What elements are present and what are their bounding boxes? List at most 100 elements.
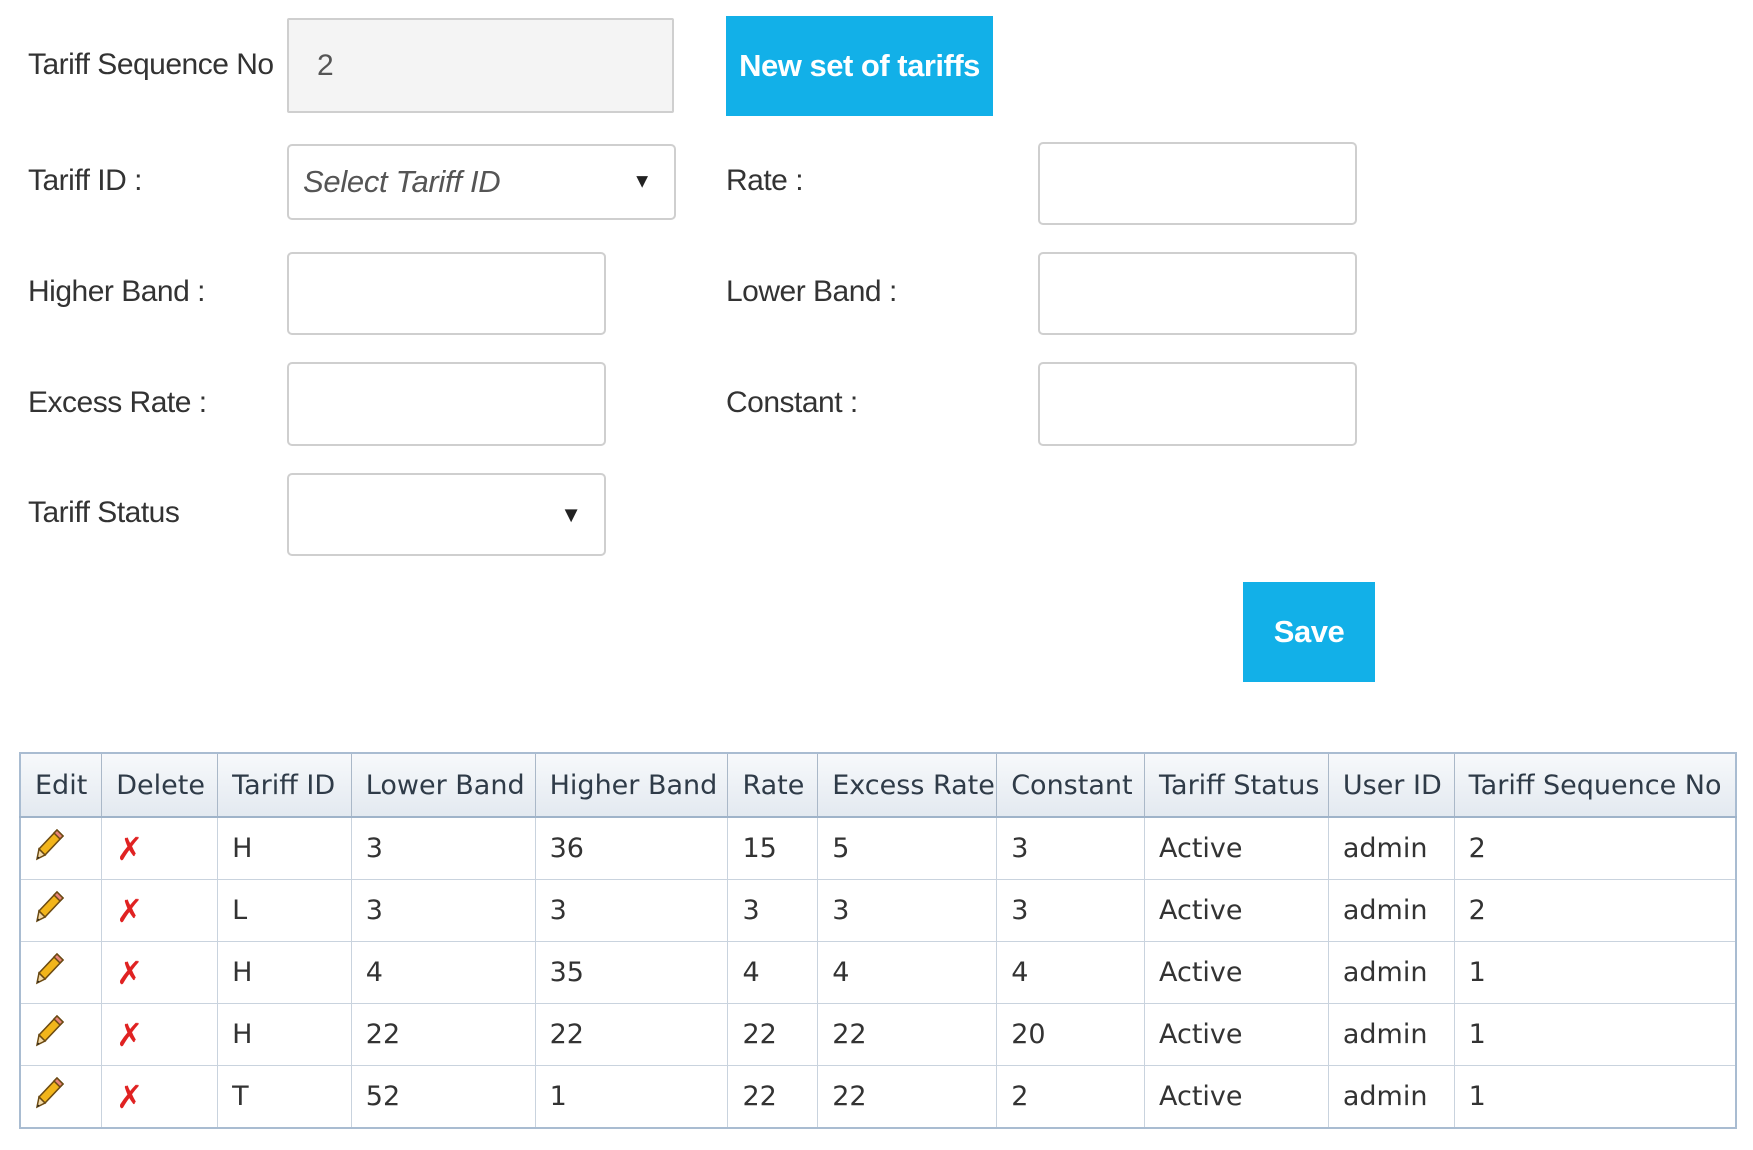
- cell-lower-band: 3: [350, 879, 536, 942]
- pencil-icon[interactable]: [35, 1076, 65, 1117]
- cell-excess-rate: 3: [817, 879, 998, 942]
- table-row: ✗ T 52 1 22 22 2 Active admin 1: [19, 1065, 1737, 1129]
- constant-input[interactable]: [1038, 362, 1357, 446]
- cell-excess-rate: 5: [817, 816, 998, 880]
- delete-cell: ✗: [101, 941, 219, 1004]
- cell-higher-band: 22: [534, 1003, 729, 1066]
- cell-lower-band: 3: [350, 816, 536, 880]
- cell-constant: 20: [996, 1003, 1145, 1066]
- cell-sequence-no: 1: [1453, 1003, 1737, 1066]
- delete-cell: ✗: [101, 1003, 219, 1066]
- tariff-table: Edit Delete Tariff ID Lower Band Higher …: [19, 752, 1737, 1129]
- dropdown-caret-icon: ▼: [560, 501, 582, 527]
- cell-excess-rate: 22: [817, 1065, 998, 1129]
- column-header-tariff-status[interactable]: Tariff Status: [1144, 752, 1329, 818]
- cell-constant: 2: [996, 1065, 1145, 1129]
- tariff-id-label: Tariff ID :: [28, 164, 142, 197]
- cell-sequence-no: 2: [1453, 816, 1737, 880]
- column-header-tariff-id[interactable]: Tariff ID: [217, 752, 352, 818]
- cell-user-id: admin: [1327, 816, 1455, 880]
- new-set-of-tariffs-button[interactable]: New set of tariffs: [726, 16, 993, 116]
- column-header-tariff-sequence-no[interactable]: Tariff Sequence No: [1453, 752, 1737, 818]
- higher-band-input[interactable]: [287, 252, 606, 335]
- tariff-sequence-label: Tariff Sequence No: [28, 48, 274, 81]
- pencil-icon[interactable]: [35, 1014, 65, 1055]
- tariff-id-select[interactable]: Select Tariff ID ▼: [287, 144, 676, 220]
- table-row: ✗ H 22 22 22 22 20 Active admin 1: [19, 1003, 1737, 1066]
- pencil-icon[interactable]: [35, 890, 65, 931]
- rate-label: Rate :: [726, 164, 804, 197]
- delete-x-icon[interactable]: ✗: [116, 1081, 143, 1113]
- cell-rate: 22: [727, 1065, 819, 1129]
- cell-status: Active: [1144, 1003, 1329, 1066]
- delete-x-icon[interactable]: ✗: [116, 1019, 143, 1051]
- tariff-sequence-value: 2: [317, 48, 334, 82]
- cell-user-id: admin: [1327, 879, 1455, 942]
- lower-band-label: Lower Band :: [726, 275, 897, 308]
- tariff-id-placeholder: Select Tariff ID: [303, 164, 501, 199]
- cell-user-id: admin: [1327, 1065, 1455, 1129]
- table-header-row: Edit Delete Tariff ID Lower Band Higher …: [19, 752, 1737, 818]
- cell-rate: 3: [727, 879, 819, 942]
- edit-cell: [19, 879, 103, 942]
- edit-cell: [19, 816, 103, 880]
- cell-tariff-id: H: [217, 816, 352, 880]
- tariff-status-label: Tariff Status: [28, 496, 180, 529]
- cell-status: Active: [1144, 816, 1329, 880]
- cell-tariff-id: T: [217, 1065, 352, 1129]
- dropdown-caret-icon: ▼: [632, 170, 652, 193]
- delete-x-icon[interactable]: ✗: [116, 833, 143, 865]
- column-header-excess-rate[interactable]: Excess Rate: [817, 752, 998, 818]
- cell-status: Active: [1144, 1065, 1329, 1129]
- lower-band-input[interactable]: [1038, 252, 1357, 335]
- edit-cell: [19, 1003, 103, 1066]
- cell-tariff-id: H: [217, 941, 352, 1004]
- cell-higher-band: 3: [534, 879, 729, 942]
- cell-lower-band: 52: [350, 1065, 536, 1129]
- cell-constant: 3: [996, 879, 1145, 942]
- cell-sequence-no: 1: [1453, 1065, 1737, 1129]
- delete-x-icon[interactable]: ✗: [116, 895, 143, 927]
- cell-rate: 4: [727, 941, 819, 1004]
- tariff-sequence-field: 2: [287, 18, 674, 113]
- column-header-user-id[interactable]: User ID: [1327, 752, 1455, 818]
- pencil-icon[interactable]: [35, 828, 65, 869]
- delete-x-icon[interactable]: ✗: [116, 957, 143, 989]
- excess-rate-input[interactable]: [287, 362, 606, 446]
- excess-rate-label: Excess Rate :: [28, 386, 207, 419]
- cell-constant: 4: [996, 941, 1145, 1004]
- cell-sequence-no: 2: [1453, 879, 1737, 942]
- cell-constant: 3: [996, 816, 1145, 880]
- table-row: ✗ L 3 3 3 3 3 Active admin 2: [19, 879, 1737, 942]
- higher-band-label: Higher Band :: [28, 275, 205, 308]
- cell-higher-band: 35: [534, 941, 729, 1004]
- column-header-higher-band[interactable]: Higher Band: [534, 752, 729, 818]
- column-header-delete[interactable]: Delete: [101, 752, 219, 818]
- edit-cell: [19, 941, 103, 1004]
- rate-input[interactable]: [1038, 142, 1357, 225]
- column-header-rate[interactable]: Rate: [727, 752, 819, 818]
- table-row: ✗ H 4 35 4 4 4 Active admin 1: [19, 941, 1737, 1004]
- column-header-lower-band[interactable]: Lower Band: [350, 752, 536, 818]
- pencil-icon[interactable]: [35, 952, 65, 993]
- table-row: ✗ H 3 36 15 5 3 Active admin 2: [19, 816, 1737, 880]
- cell-lower-band: 22: [350, 1003, 536, 1066]
- delete-cell: ✗: [101, 879, 219, 942]
- cell-status: Active: [1144, 879, 1329, 942]
- column-header-edit[interactable]: Edit: [19, 752, 103, 818]
- cell-user-id: admin: [1327, 941, 1455, 1004]
- delete-cell: ✗: [101, 1065, 219, 1129]
- cell-higher-band: 1: [534, 1065, 729, 1129]
- cell-sequence-no: 1: [1453, 941, 1737, 1004]
- cell-lower-band: 4: [350, 941, 536, 1004]
- save-button[interactable]: Save: [1243, 582, 1375, 682]
- cell-excess-rate: 22: [817, 1003, 998, 1066]
- delete-cell: ✗: [101, 816, 219, 880]
- column-header-constant[interactable]: Constant: [996, 752, 1145, 818]
- cell-status: Active: [1144, 941, 1329, 1004]
- cell-excess-rate: 4: [817, 941, 998, 1004]
- constant-label: Constant :: [726, 386, 858, 419]
- tariff-status-select[interactable]: ▼: [287, 473, 606, 556]
- cell-rate: 22: [727, 1003, 819, 1066]
- cell-higher-band: 36: [534, 816, 729, 880]
